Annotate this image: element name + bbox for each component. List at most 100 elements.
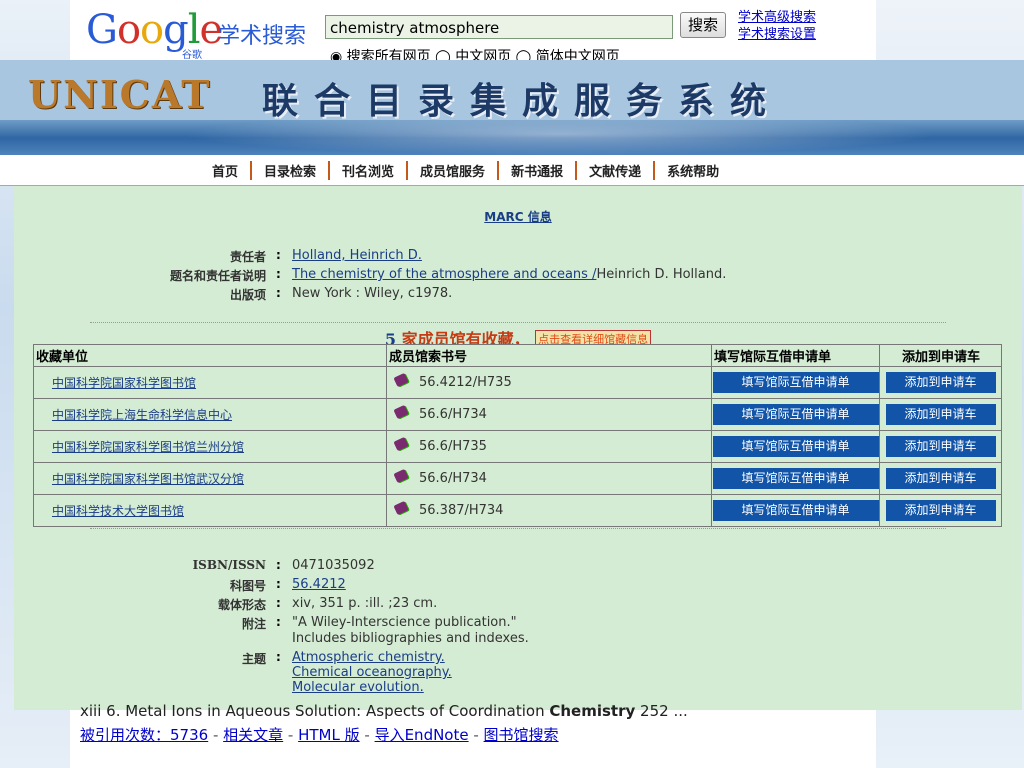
- ill-cell: 填写馆际互借申请单: [711, 494, 880, 527]
- subject-link-1[interactable]: Atmospheric chemistry.: [292, 650, 445, 665]
- book-icon: [393, 372, 409, 388]
- ill-request-button[interactable]: 填写馆际互借申请单: [712, 468, 879, 489]
- unicat-window: UNICAT 联合目录集成服务系统 首页 目录检索 刊名浏览 成员馆服务 新书通报 文献传…: [0, 60, 1024, 710]
- ill-request-button[interactable]: 填写馆际互借申请单: [712, 404, 879, 425]
- holdings-row: 中国科学院国家科学图书馆 56.4212/H735 填写馆际互借申请单 添加到申请车: [33, 366, 1002, 399]
- nav-item[interactable]: 成员馆服务: [406, 161, 497, 180]
- phys-colon: :: [276, 596, 281, 610]
- nav-item[interactable]: 新书通报: [497, 161, 575, 180]
- library-link[interactable]: 中国科学院国家科学图书馆兰州分馆: [52, 440, 244, 454]
- ill-cell: 填写馆际互借申请单: [711, 430, 880, 463]
- record-content: MARC 信息 责任者 : Holland, Heinrich D. 题名和责任…: [14, 186, 1022, 710]
- subject-value-1: Atmospheric chemistry.: [292, 650, 445, 665]
- search-scope-radios[interactable]: ◉ 搜索所有网页 ◯ 中文网页 ◯ 简体中文网页: [330, 46, 620, 60]
- library-cell: 中国科学院国家科学图书馆: [33, 366, 387, 399]
- add-to-cart-button[interactable]: 添加到申请车: [885, 500, 996, 521]
- advanced-search-link[interactable]: 学术高级搜索: [738, 9, 816, 26]
- subject-value-3: Molecular evolution.: [292, 680, 424, 695]
- callnumber-cell: 56.4212/H735: [386, 366, 712, 399]
- nav-item[interactable]: 刊名浏览: [328, 161, 406, 180]
- callnumber: 56.6/H735: [419, 439, 487, 454]
- note-value-2: Includes bibliographies and indexes.: [292, 631, 529, 646]
- isbn-label: ISBN/ISSN: [192, 558, 266, 572]
- add-to-cart-button[interactable]: 添加到申请车: [885, 468, 996, 489]
- holdings-header-row: 收藏单位 成员馆索书号 填写馆际互借申请单 添加到申请车: [33, 344, 1002, 367]
- library-link[interactable]: 中国科学院国家科学图书馆: [52, 376, 196, 390]
- html-link[interactable]: HTML 版: [298, 726, 360, 744]
- note-colon: :: [276, 615, 281, 629]
- cited-by-link[interactable]: 被引用次数：5736: [80, 726, 208, 744]
- ill-cell: 填写馆际互借申请单: [711, 462, 880, 495]
- add-to-cart-button[interactable]: 添加到申请车: [885, 372, 996, 393]
- nav-item[interactable]: 目录检索: [250, 161, 328, 180]
- title-value: The chemistry of the atmosphere and ocea…: [292, 267, 726, 282]
- isbn-value: 0471035092: [292, 558, 375, 573]
- col-library: 收藏单位: [33, 344, 387, 367]
- clc-value: 56.4212: [292, 577, 346, 592]
- holdings-row: 中国科学院上海生命科学信息中心 56.6/H734 填写馆际互借申请单 添加到申请车: [33, 398, 1002, 431]
- add-to-cart-button[interactable]: 添加到申请车: [885, 404, 996, 425]
- result-links: 被引用次数：5736 - 相关文章 - HTML 版 - 导入EndNote -…: [80, 726, 559, 744]
- col-cart: 添加到申请车: [879, 344, 1002, 367]
- author-link[interactable]: Holland, Heinrich D.: [292, 248, 422, 263]
- subject-link-3[interactable]: Molecular evolution.: [292, 680, 424, 695]
- phys-value: xiv, 351 p. :ill. ;23 cm.: [292, 596, 438, 611]
- library-search-link[interactable]: 图书馆搜索: [484, 726, 559, 744]
- library-link[interactable]: 中国科学院国家科学图书馆武汉分馆: [52, 472, 244, 486]
- ill-request-button[interactable]: 填写馆际互借申请单: [712, 372, 879, 393]
- subject-link-2[interactable]: Chemical oceanography.: [292, 665, 452, 680]
- snippet-post: 252 ...: [635, 702, 688, 720]
- title-label: 题名和责任者说明: [169, 269, 266, 283]
- result-snippet: xiii 6. Metal Ions in Aqueous Solution: …: [80, 702, 688, 720]
- clc-link[interactable]: 56.4212: [292, 577, 346, 592]
- callnumber-cell: 56.387/H734: [386, 494, 712, 527]
- endnote-link[interactable]: 导入EndNote: [375, 726, 469, 744]
- search-input[interactable]: chemistry atmosphere: [325, 15, 673, 39]
- ill-request-button[interactable]: 填写馆际互借申请单: [712, 436, 879, 457]
- ill-cell: 填写馆际互借申请单: [711, 366, 880, 399]
- holdings-table: 收藏单位 成员馆索书号 填写馆际互借申请单 添加到申请车 中国科学院国家科学图书…: [33, 344, 1002, 527]
- main-nav: 首页 目录检索 刊名浏览 成员馆服务 新书通报 文献传递 系统帮助: [0, 155, 1024, 186]
- marc-link[interactable]: MARC 信息: [14, 208, 1022, 225]
- system-title: 联合目录集成服务系统: [262, 80, 783, 122]
- subject-value-2: Chemical oceanography.: [292, 665, 452, 680]
- cart-cell: 添加到申请车: [879, 398, 1002, 431]
- cart-cell: 添加到申请车: [879, 366, 1002, 399]
- scholar-settings-link[interactable]: 学术搜索设置: [738, 26, 816, 43]
- clc-label: 科图号: [229, 579, 266, 593]
- holdings-row: 中国科学院国家科学图书馆武汉分馆 56.6/H734 填写馆际互借申请单 添加到申请车: [33, 462, 1002, 495]
- cart-cell: 添加到申请车: [879, 462, 1002, 495]
- isbn-colon: :: [276, 558, 281, 572]
- publication-value: New York : Wiley, c1978.: [292, 286, 453, 301]
- library-link[interactable]: 中国科学技术大学图书馆: [52, 504, 184, 518]
- scholar-links: 学术高级搜索 学术搜索设置: [738, 9, 816, 43]
- nav-item[interactable]: 系统帮助: [653, 161, 731, 180]
- snippet-pre: xiii 6. Metal Ions in Aqueous Solution: …: [80, 702, 550, 720]
- divider-top: [90, 322, 946, 323]
- clc-colon: :: [276, 577, 281, 591]
- note-label: 附注: [241, 617, 266, 631]
- col-ill: 填写馆际互借申请单: [711, 344, 880, 367]
- callnumber-cell: 56.6/H734: [386, 462, 712, 495]
- nav-item[interactable]: 文献传递: [575, 161, 653, 180]
- unicat-banner: UNICAT 联合目录集成服务系统: [0, 60, 1024, 155]
- library-link[interactable]: 中国科学院上海生命科学信息中心: [52, 408, 232, 422]
- author-colon: :: [276, 248, 281, 262]
- cart-cell: 添加到申请车: [879, 430, 1002, 463]
- library-cell: 中国科学技术大学图书馆: [33, 494, 387, 527]
- google-logo-sub: 谷歌: [182, 50, 202, 61]
- title-link[interactable]: The chemistry of the atmosphere and ocea…: [292, 267, 596, 282]
- add-to-cart-button[interactable]: 添加到申请车: [885, 436, 996, 457]
- related-link[interactable]: 相关文章: [223, 726, 283, 744]
- subject-label: 主题: [241, 652, 266, 666]
- ill-request-button[interactable]: 填写馆际互借申请单: [712, 500, 879, 521]
- subject-colon: :: [276, 650, 281, 664]
- book-icon: [393, 404, 409, 420]
- search-button[interactable]: 搜索: [680, 12, 726, 38]
- note-value-1: "A Wiley-Interscience publication.": [292, 615, 517, 630]
- library-cell: 中国科学院国家科学图书馆兰州分馆: [33, 430, 387, 463]
- author-value: Holland, Heinrich D.: [292, 248, 422, 263]
- book-icon: [393, 468, 409, 484]
- publication-colon: :: [276, 286, 281, 300]
- nav-item[interactable]: 首页: [200, 161, 250, 180]
